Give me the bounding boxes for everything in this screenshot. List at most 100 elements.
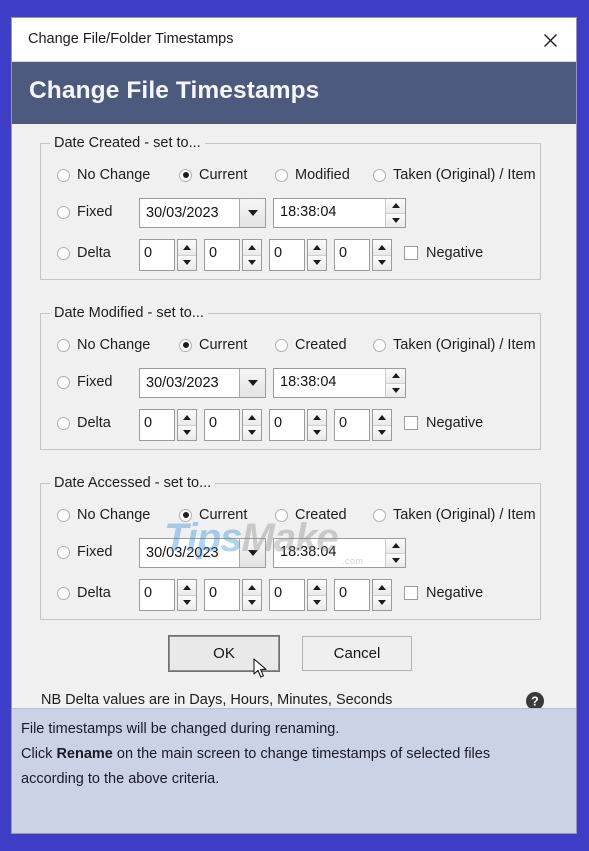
close-icon[interactable] (533, 26, 567, 54)
radio-row-accessed: No Change Current Created Taken (Origina… (41, 504, 540, 528)
accessed-delta-hours[interactable]: 0 (204, 579, 262, 611)
group-date-created: Date Created - set to... No Change Curre… (40, 135, 541, 280)
radio-modified-created[interactable]: Created (275, 334, 347, 356)
accessed-time-spin-buttons (385, 539, 405, 567)
radio-label: Current (199, 167, 248, 183)
radio-mark (373, 508, 386, 522)
created-delta-days[interactable]: 0 (139, 239, 197, 271)
radio-modified-current[interactable]: Current (179, 334, 247, 356)
radio-label: Taken (Original) / Item Date (393, 507, 540, 523)
created-delta-minutes[interactable]: 0 (269, 239, 327, 271)
created-negative-checkbox[interactable]: Negative (404, 245, 483, 261)
radio-label: Delta (77, 585, 111, 601)
chevron-down-icon[interactable] (239, 539, 265, 567)
modified-delta-minutes[interactable]: 0 (269, 409, 327, 441)
created-date-combo[interactable]: 30/03/2023 (139, 198, 266, 228)
radio-created-no-change[interactable]: No Change (57, 164, 150, 186)
spinner-up-icon[interactable] (178, 580, 196, 595)
radio-accessed-current[interactable]: Current (179, 504, 247, 526)
spinner-up-icon[interactable] (308, 240, 326, 255)
modified-negative-checkbox[interactable]: Negative (404, 415, 483, 431)
radio-label: No Change (77, 337, 151, 353)
radio-label: Taken (Original) / Item Date (393, 337, 540, 353)
radio-accessed-fixed[interactable]: Fixed (57, 544, 112, 560)
radio-created-modified[interactable]: Modified (275, 164, 350, 186)
accessed-delta-minutes[interactable]: 0 (269, 579, 327, 611)
spinner-down-icon[interactable] (178, 254, 196, 270)
cancel-button[interactable]: Cancel (302, 636, 412, 671)
spinner-up-icon[interactable] (386, 369, 405, 383)
modified-time-spinner[interactable]: 18:38:04 (273, 368, 406, 398)
spinner-up-icon[interactable] (386, 199, 405, 213)
spinner-down-icon[interactable] (243, 424, 261, 440)
accessed-date-combo[interactable]: 30/03/2023 (139, 538, 266, 568)
radio-mark (57, 586, 70, 600)
created-delta-seconds[interactable]: 0 (334, 239, 392, 271)
modified-delta-minutes-spin (307, 409, 327, 441)
spinner-up-icon[interactable] (373, 580, 391, 595)
modified-date-combo[interactable]: 30/03/2023 (139, 368, 266, 398)
radio-mark (57, 416, 70, 430)
radio-mark (275, 168, 288, 182)
accessed-negative-checkbox[interactable]: Negative (404, 585, 483, 601)
created-time-spinner[interactable]: 18:38:04 (273, 198, 406, 228)
radio-label: Taken (Original) / Item Date (393, 167, 540, 183)
radio-accessed-no-change[interactable]: No Change (57, 504, 150, 526)
radio-modified-delta[interactable]: Delta (57, 415, 111, 431)
radio-label: Delta (77, 245, 111, 261)
radio-clip-created: No Change Current Modified Taken (Origin… (41, 164, 540, 188)
accessed-delta-seconds[interactable]: 0 (334, 579, 392, 611)
accessed-delta-days[interactable]: 0 (139, 579, 197, 611)
created-delta-seconds-value: 0 (339, 245, 348, 261)
spinner-down-icon[interactable] (373, 594, 391, 610)
spinner-up-icon[interactable] (373, 240, 391, 255)
checkbox-label: Negative (426, 245, 484, 261)
spinner-up-icon[interactable] (243, 580, 261, 595)
radio-label: Fixed (77, 204, 113, 220)
spinner-up-icon[interactable] (178, 410, 196, 425)
spinner-up-icon[interactable] (243, 410, 261, 425)
spinner-up-icon[interactable] (386, 539, 405, 553)
radio-modified-taken-original[interactable]: Taken (Original) / Item Date (373, 334, 540, 356)
modified-delta-hours[interactable]: 0 (204, 409, 262, 441)
spinner-down-icon[interactable] (243, 254, 261, 270)
radio-created-taken-original[interactable]: Taken (Original) / Item Date (373, 164, 540, 186)
spinner-down-icon[interactable] (308, 254, 326, 270)
radio-modified-no-change[interactable]: No Change (57, 334, 150, 356)
spinner-up-icon[interactable] (308, 410, 326, 425)
modified-delta-days-value: 0 (144, 415, 153, 431)
spinner-up-icon[interactable] (308, 580, 326, 595)
spinner-down-icon[interactable] (373, 424, 391, 440)
spinner-up-icon[interactable] (178, 240, 196, 255)
created-delta-hours[interactable]: 0 (204, 239, 262, 271)
checkbox-label: Negative (426, 585, 484, 601)
chevron-down-icon[interactable] (239, 369, 265, 397)
radio-created-current[interactable]: Current (179, 164, 247, 186)
radio-accessed-created[interactable]: Created (275, 504, 347, 526)
accessed-time-spinner[interactable]: 18:38:04 (273, 538, 406, 568)
created-time-spin-buttons (385, 199, 405, 227)
radio-created-delta[interactable]: Delta (57, 245, 111, 261)
chevron-down-icon[interactable] (239, 199, 265, 227)
spinner-up-icon[interactable] (373, 410, 391, 425)
ok-button[interactable]: OK (169, 636, 279, 671)
modified-delta-days[interactable]: 0 (139, 409, 197, 441)
spinner-up-icon[interactable] (243, 240, 261, 255)
created-delta-days-value: 0 (144, 245, 153, 261)
modified-delta-seconds[interactable]: 0 (334, 409, 392, 441)
spinner-down-icon[interactable] (308, 594, 326, 610)
spinner-down-icon[interactable] (178, 424, 196, 440)
spinner-down-icon[interactable] (243, 594, 261, 610)
radio-modified-fixed[interactable]: Fixed (57, 374, 112, 390)
radio-accessed-taken-original[interactable]: Taken (Original) / Item Date (373, 504, 540, 526)
spinner-down-icon[interactable] (178, 594, 196, 610)
spinner-down-icon[interactable] (308, 424, 326, 440)
radio-accessed-delta[interactable]: Delta (57, 585, 111, 601)
spinner-down-icon[interactable] (386, 212, 405, 227)
radio-created-fixed[interactable]: Fixed (57, 204, 112, 220)
spinner-down-icon[interactable] (373, 254, 391, 270)
accessed-delta-days-value: 0 (144, 585, 153, 601)
spinner-down-icon[interactable] (386, 382, 405, 397)
group-date-accessed: Date Accessed - set to... No Change Curr… (40, 475, 541, 620)
spinner-down-icon[interactable] (386, 552, 405, 567)
